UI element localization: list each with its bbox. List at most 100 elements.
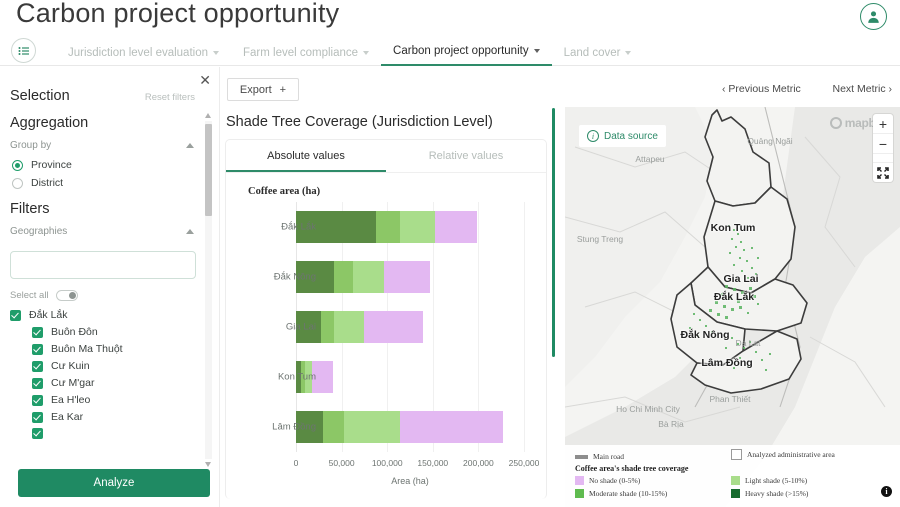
chevron-down-icon xyxy=(363,51,369,55)
bar-stack[interactable] xyxy=(296,411,524,443)
tab-label: Absolute values xyxy=(267,150,345,162)
legend-label: Moderate shade (10-15%) xyxy=(589,489,667,498)
legend-label: Light shade (5-10%) xyxy=(745,476,807,485)
sidebar-scrollbar[interactable] xyxy=(204,111,213,469)
map-province-label: Gia Lai xyxy=(723,273,758,285)
bar-segment[interactable] xyxy=(334,311,364,343)
plus-icon: + xyxy=(280,84,286,96)
filters-heading: Filters xyxy=(10,201,194,217)
bar-segment[interactable] xyxy=(435,211,477,243)
bar-segment[interactable] xyxy=(376,211,400,243)
swatch-icon xyxy=(731,489,740,498)
x-tick-label: 150,000 xyxy=(417,458,448,468)
scrollbar-thumb[interactable] xyxy=(205,124,212,216)
legend-admin-area: Analyzed administrative area xyxy=(731,449,835,460)
map-controls: + − xyxy=(873,114,893,182)
hamburger-list-icon[interactable] xyxy=(11,38,36,63)
metric-navigation: ‹ Previous Metric Next Metric › xyxy=(552,67,900,107)
bar-segment[interactable] xyxy=(344,411,400,443)
group-by-section-header[interactable]: Group by xyxy=(10,140,194,151)
selection-sidebar: ✕ Selection Reset filters Aggregation Gr… xyxy=(0,67,220,507)
panel-resize-handle[interactable] xyxy=(552,108,555,357)
bar-segment[interactable] xyxy=(364,311,422,343)
select-all-row[interactable]: Select all xyxy=(10,290,194,301)
swatch-icon xyxy=(731,476,740,485)
bar-segment[interactable] xyxy=(334,261,353,293)
radio-label: Province xyxy=(31,159,72,171)
tab-absolute-values[interactable]: Absolute values xyxy=(226,140,386,172)
bar-stack[interactable] xyxy=(296,261,524,293)
checkbox-district[interactable]: Buôn Đôn xyxy=(32,326,194,338)
nav-tab-land-cover[interactable]: Land cover xyxy=(552,47,644,66)
zoom-in-button[interactable]: + xyxy=(873,114,893,134)
legend-info-badge[interactable]: i xyxy=(881,486,892,497)
bar-stack[interactable] xyxy=(296,211,524,243)
data-source-button[interactable]: i Data source xyxy=(579,125,666,147)
x-tick-label: 250,000 xyxy=(509,458,540,468)
tab-relative-values[interactable]: Relative values xyxy=(386,140,546,172)
geographies-label: Geographies xyxy=(10,226,67,237)
checkbox-province-dak-lak[interactable]: Đắk Lắk xyxy=(10,309,194,321)
previous-metric-button[interactable]: ‹ Previous Metric xyxy=(722,83,801,95)
group-by-label: Group by xyxy=(10,140,51,151)
fullscreen-button[interactable] xyxy=(873,162,893,182)
x-tick-label: 0 xyxy=(294,458,299,468)
bar-stack[interactable] xyxy=(296,311,524,343)
radio-icon xyxy=(12,160,23,171)
mapbox-dot-icon xyxy=(830,117,842,129)
geographies-search-input[interactable] xyxy=(10,251,196,279)
map-province-label: Đắk Lắk xyxy=(714,291,754,303)
checkbox-district[interactable]: Buôn Ma Thuột xyxy=(32,343,194,355)
scroll-down-arrow-icon[interactable] xyxy=(205,462,211,467)
x-tick-label: 100,000 xyxy=(372,458,403,468)
bar-segment[interactable] xyxy=(321,311,334,343)
checkbox-label: Ea Kar xyxy=(51,411,83,423)
checkbox-icon xyxy=(32,378,43,389)
map-place-label: Bà Rịa xyxy=(658,419,684,429)
admin-area-square-icon xyxy=(731,449,742,460)
bar-segment[interactable] xyxy=(400,411,504,443)
checkbox-label: Buôn Ma Thuột xyxy=(51,343,123,355)
nav-tab-jurisdiction-level-evaluation[interactable]: Jurisdiction level evaluation xyxy=(56,47,231,66)
radio-option-district[interactable]: District xyxy=(12,177,194,189)
checkbox-district[interactable]: Cư M'gar xyxy=(32,377,194,389)
select-all-toggle[interactable] xyxy=(56,290,78,301)
legend-label: Main road xyxy=(593,452,624,461)
nav-tab-farm-level-compliance[interactable]: Farm level compliance xyxy=(231,47,381,66)
nav-tab-carbon-project-opportunity[interactable]: Carbon project opportunity xyxy=(381,45,552,66)
bar-segment[interactable] xyxy=(323,411,344,443)
checkbox-district[interactable]: Ea Kar xyxy=(32,411,194,423)
bar-segment[interactable] xyxy=(400,211,435,243)
geographies-section-header[interactable]: Geographies xyxy=(10,226,194,237)
bar-stack[interactable] xyxy=(296,361,524,393)
chevron-down-icon xyxy=(625,51,631,55)
gridline xyxy=(524,202,525,452)
avatar[interactable] xyxy=(860,3,887,30)
analyze-button[interactable]: Analyze xyxy=(18,469,210,497)
legend-item-moderate-shade: Moderate shade (10-15%) xyxy=(575,489,667,498)
zoom-out-button[interactable]: − xyxy=(873,134,893,154)
next-metric-button[interactable]: Next Metric › xyxy=(832,83,892,95)
bar-segment[interactable] xyxy=(353,261,384,293)
map-legend: Main road Analyzed administrative area C… xyxy=(565,445,900,507)
legend-label: No shade (0-5%) xyxy=(589,476,640,485)
radio-option-province[interactable]: Province xyxy=(12,159,194,171)
app-header: Carbon project opportunity xyxy=(0,0,900,34)
checkbox-district-partial[interactable] xyxy=(32,428,194,439)
checkbox-district[interactable]: Ea H'leo xyxy=(32,394,194,406)
checkbox-label: Cư M'gar xyxy=(51,377,94,389)
scroll-up-arrow-icon[interactable] xyxy=(205,113,211,118)
close-icon[interactable]: ✕ xyxy=(199,73,211,87)
map-place-label: Phan Thiết xyxy=(710,394,751,404)
bar-chart: Đắk LắkĐắk NôngGia LaiKon TumLâm Đồng 05… xyxy=(226,202,548,498)
reset-filters-button[interactable]: Reset filters xyxy=(145,92,195,103)
swatch-icon xyxy=(575,476,584,485)
bar-segment[interactable] xyxy=(384,261,430,293)
checkbox-icon xyxy=(32,344,43,355)
checkbox-district[interactable]: Cư Kuin xyxy=(32,360,194,372)
chevron-down-icon xyxy=(213,51,219,55)
plot-area xyxy=(296,202,524,452)
legend-title: Coffee area's shade tree coverage xyxy=(575,464,688,473)
export-button[interactable]: Export + xyxy=(227,78,299,101)
next-metric-label: Next Metric xyxy=(832,83,885,95)
